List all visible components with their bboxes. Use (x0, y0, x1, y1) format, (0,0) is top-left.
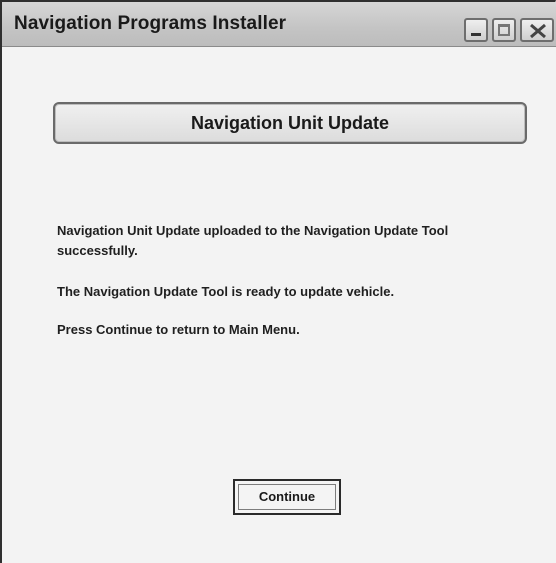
continue-button[interactable]: Continue (233, 479, 341, 515)
title-bar[interactable]: Navigation Programs Installer (2, 2, 556, 47)
window-title: Navigation Programs Installer (14, 13, 287, 34)
page-title: Navigation Unit Update (190, 113, 389, 133)
close-button[interactable] (520, 18, 554, 42)
maximize-icon (498, 24, 510, 36)
continue-button-label: Continue (258, 489, 316, 504)
client-area: Navigation Unit Update Navigation Unit U… (2, 47, 556, 563)
status-message-ready: The Navigation Update Tool is ready to u… (57, 284, 395, 299)
status-message-instruction: Press Continue to return to Main Menu. (57, 322, 300, 337)
maximize-button[interactable] (492, 18, 516, 42)
minimize-icon (471, 33, 481, 36)
close-icon (530, 23, 546, 39)
minimize-button[interactable] (464, 18, 488, 42)
header-panel: Navigation Unit Update (53, 102, 527, 144)
installer-window: Navigation Programs Installer Navigation… (0, 0, 556, 563)
status-message-upload: Navigation Unit Update uploaded to the N… (57, 223, 449, 258)
